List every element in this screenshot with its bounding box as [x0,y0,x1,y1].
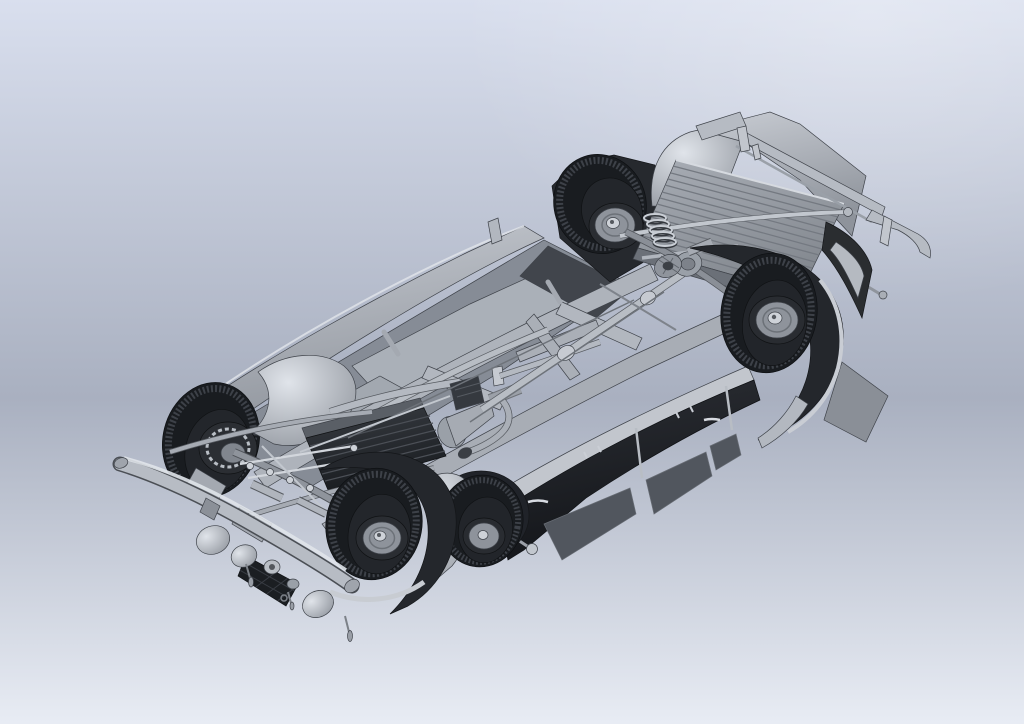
cad-geometry [681,258,695,270]
cad-geometry [290,602,294,610]
cad-geometry [351,445,358,452]
cad-geometry [307,485,314,492]
cad-geometry [348,631,353,642]
cad-geometry [879,291,887,299]
cad-geometry [478,531,488,540]
cad-geometry [269,564,275,570]
cad-3d-viewport[interactable] [0,0,1024,724]
cad-geometry [287,477,294,484]
cad-geometry [610,220,614,224]
cad-geometry [249,577,254,587]
cad-geometry [663,262,673,270]
cad-geometry [247,463,254,470]
cad-geometry [772,315,776,319]
cad-geometry [377,533,381,537]
horn [287,579,299,589]
cad-viewport-stage [0,0,1024,724]
cad-geometry [267,469,274,476]
cad-geometry [844,208,853,217]
windshield-post-knob [527,544,538,555]
